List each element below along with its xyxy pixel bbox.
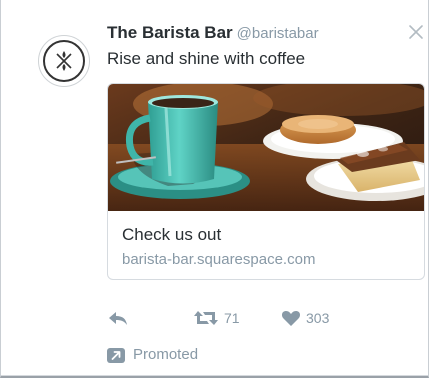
card-url[interactable]: barista-bar.squarespace.com <box>122 250 315 270</box>
barista-bar-logo-icon <box>43 40 85 82</box>
display-name[interactable]: The Barista Bar <box>107 23 233 42</box>
tweet-text: Rise and shine with coffee <box>107 49 306 68</box>
close-icon[interactable] <box>407 23 425 41</box>
reply-icon <box>109 312 127 325</box>
avatar[interactable] <box>38 35 90 87</box>
like-count: 303 <box>306 310 330 326</box>
promoted-badge[interactable]: Promoted <box>107 345 198 365</box>
retweet-icon <box>194 311 218 325</box>
retweet-button[interactable]: 71 <box>193 307 240 329</box>
reply-button[interactable] <box>107 307 129 329</box>
promoted-arrow-icon <box>107 347 125 363</box>
like-button[interactable]: 303 <box>281 307 329 329</box>
website-card[interactable]: Check us out barista-bar.squarespace.com <box>107 83 425 280</box>
coffee-cup-and-pastries-photo <box>108 84 424 211</box>
user-handle[interactable]: @baristabar <box>237 25 319 42</box>
tweet-card: The Barista Bar @baristabar Rise and shin… <box>0 0 429 378</box>
heart-icon <box>281 310 301 326</box>
card-title[interactable]: Check us out <box>122 224 221 246</box>
retweet-count: 71 <box>224 310 240 326</box>
tweet-header: The Barista Bar @baristabar <box>107 23 319 44</box>
promoted-label: Promoted <box>133 346 199 363</box>
tweet-actions: 71 303 <box>107 307 367 329</box>
